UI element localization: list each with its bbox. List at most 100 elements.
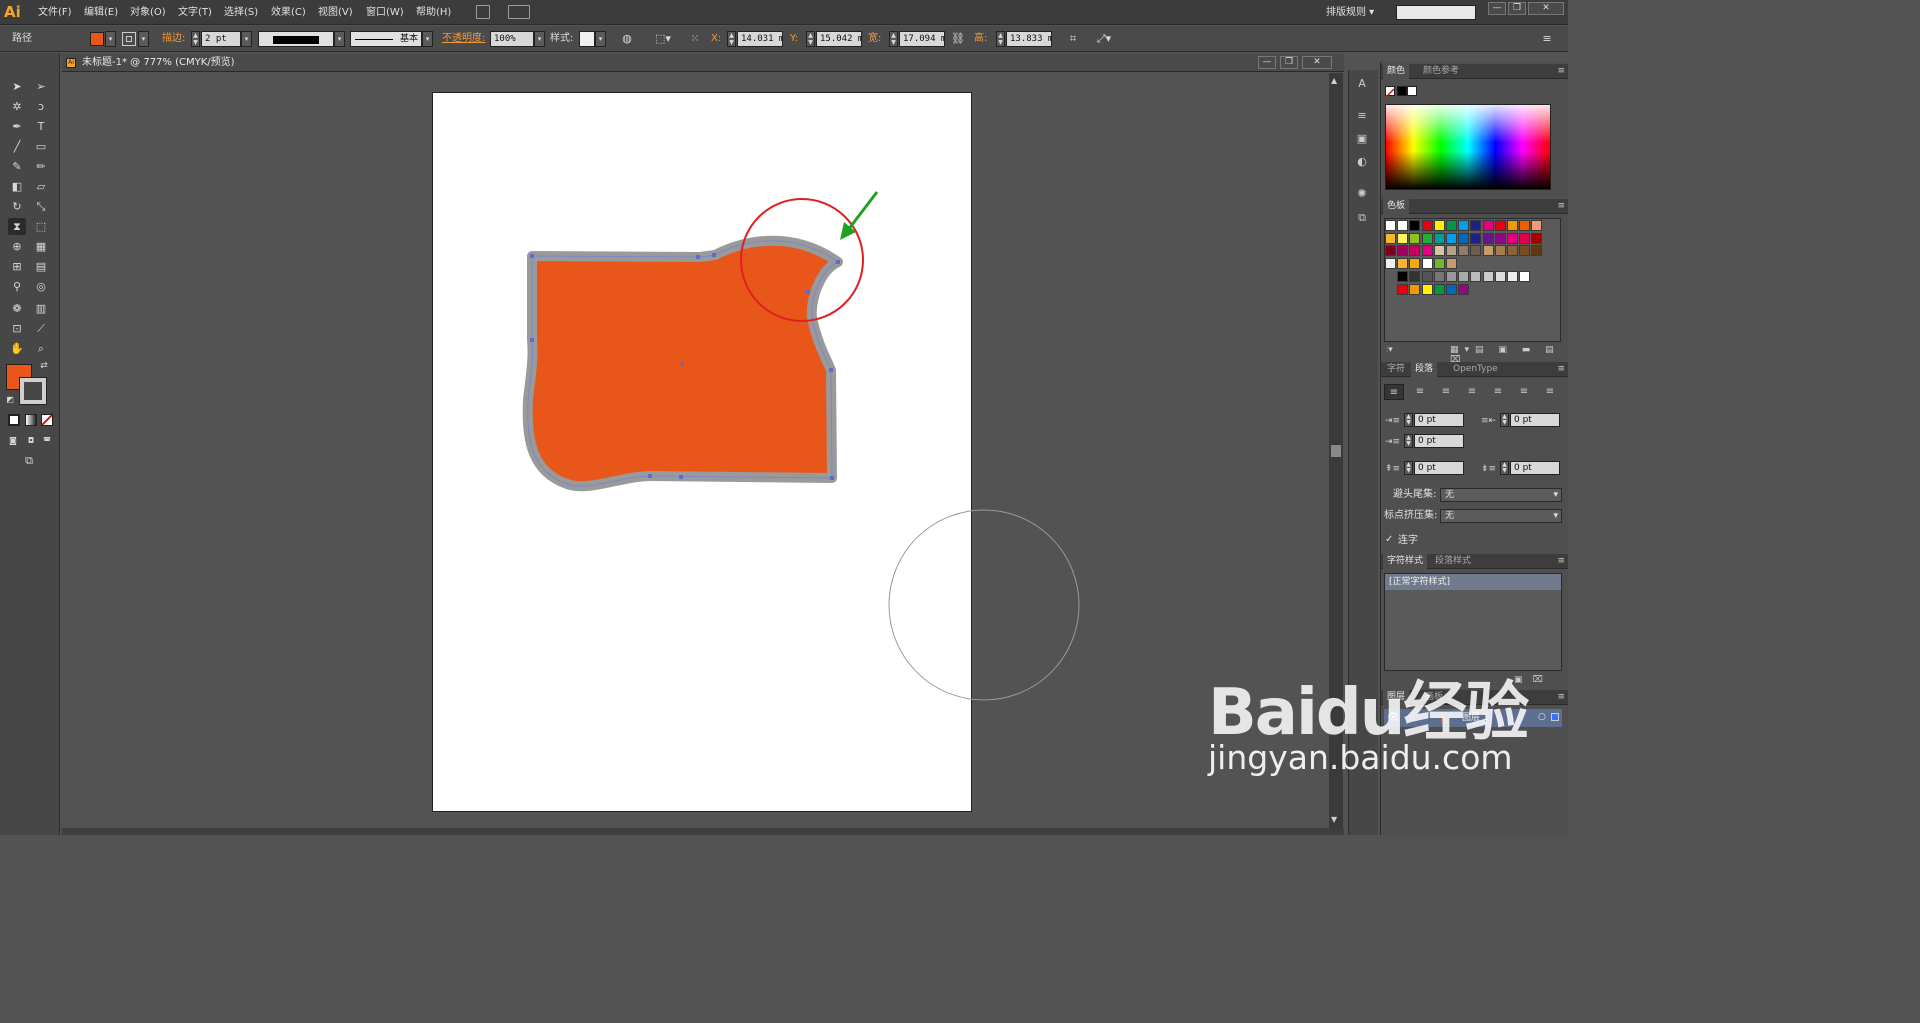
character-style-item[interactable]: [正常字符样式]	[1385, 574, 1561, 590]
swatch-cell[interactable]	[1507, 232, 1518, 244]
swatch-cell[interactable]	[1409, 270, 1421, 282]
scrollbar-thumb[interactable]	[1331, 445, 1341, 457]
swatch-cell[interactable]	[1433, 220, 1445, 231]
swatch-cell[interactable]	[1531, 220, 1543, 231]
swatches-panel-menu-icon[interactable]: ≡	[1557, 199, 1565, 214]
swatch-cell[interactable]	[1385, 258, 1396, 270]
swatch-cell[interactable]	[1433, 245, 1445, 257]
swatch-cell[interactable]	[1470, 270, 1482, 282]
swatch-cell[interactable]	[1470, 245, 1482, 257]
swatch-cell[interactable]	[1446, 283, 1457, 295]
tab-paragraph-styles[interactable]: 段落样式	[1431, 554, 1475, 569]
swatch-cell[interactable]	[1482, 232, 1494, 244]
align-center-icon[interactable]: ≡	[1410, 384, 1430, 400]
swatch-cell[interactable]	[1433, 283, 1445, 295]
swatch-cell[interactable]	[1397, 270, 1409, 282]
swatch-cell[interactable]	[1494, 245, 1506, 257]
type-panel-menu-icon[interactable]: ≡	[1557, 362, 1565, 377]
swatch-cell[interactable]	[1433, 258, 1445, 270]
tab-color-guide[interactable]: 颜色参考	[1419, 64, 1463, 79]
transparency-panel-icon[interactable]: ◐	[1354, 154, 1370, 170]
swatch-cell[interactable]	[1470, 220, 1482, 231]
swatch-cell[interactable]	[1397, 232, 1409, 244]
left-indent-stepper[interactable]: ▲ ▼	[1404, 413, 1413, 427]
swatch-cell[interactable]	[1519, 232, 1531, 244]
layer-target-icon[interactable]: ○	[1538, 712, 1546, 722]
white-swatch[interactable]	[1407, 86, 1417, 96]
justify-right-icon[interactable]: ≡	[1514, 384, 1534, 400]
swatch-cell[interactable]	[1421, 245, 1433, 257]
mojikumi-select[interactable]: 无 ▾	[1440, 509, 1562, 523]
swatch-cell[interactable]	[1482, 220, 1494, 231]
swatch-cell[interactable]	[1446, 232, 1457, 244]
tab-paragraph[interactable]: 段落	[1411, 362, 1438, 377]
swatch-cell[interactable]	[1433, 270, 1445, 282]
swatch-cell[interactable]	[1482, 245, 1494, 257]
swatch-cell[interactable]	[1421, 270, 1433, 282]
swatch-cell[interactable]	[1458, 220, 1470, 231]
tab-opentype[interactable]: OpenType	[1449, 362, 1502, 377]
stroke-panel-icon[interactable]: ≡	[1354, 108, 1370, 124]
layer-selection-indicator[interactable]	[1551, 713, 1559, 721]
right-indent-stepper[interactable]: ▲ ▼	[1500, 413, 1509, 427]
swatch-cell[interactable]	[1494, 220, 1506, 231]
swatch-cell[interactable]	[1421, 232, 1433, 244]
first-line-indent-input[interactable]: 0 pt	[1414, 434, 1464, 448]
color-panel-menu-icon[interactable]: ≡	[1557, 64, 1565, 79]
swatch-cell[interactable]	[1409, 283, 1421, 295]
swatch-cell[interactable]	[1458, 270, 1470, 282]
justify-left-icon[interactable]: ≡	[1462, 384, 1482, 400]
swatch-cell[interactable]	[1446, 220, 1457, 231]
swatch-cell[interactable]	[1531, 245, 1543, 257]
gradient-panel-icon[interactable]: ▣	[1354, 131, 1370, 147]
swatch-cell[interactable]	[1519, 270, 1531, 282]
swatch-cell[interactable]	[1458, 232, 1470, 244]
swatch-cell[interactable]	[1507, 270, 1518, 282]
scroll-down-icon[interactable]: ▼	[1331, 815, 1337, 824]
none-swatch-icon[interactable]	[1385, 86, 1395, 98]
black-swatch[interactable]	[1397, 86, 1407, 96]
char-styles-menu-icon[interactable]: ≡	[1557, 554, 1565, 569]
swatch-cell[interactable]	[1397, 258, 1409, 270]
swatch-cell[interactable]	[1421, 283, 1433, 295]
swatch-cell[interactable]	[1433, 232, 1445, 244]
align-right-icon[interactable]: ≡	[1436, 384, 1456, 400]
tab-color[interactable]: 颜色	[1383, 64, 1410, 79]
swatch-cell[interactable]	[1458, 283, 1470, 295]
swatch-libraries-icon[interactable]: ⫶▾	[1386, 345, 1393, 355]
align-left-icon[interactable]: ≡	[1384, 384, 1404, 400]
swatch-cell[interactable]	[1494, 270, 1506, 282]
kinsoku-select[interactable]: 无 ▾	[1440, 488, 1562, 502]
swatch-cell[interactable]	[1494, 232, 1506, 244]
layers-panel-menu-icon[interactable]: ≡	[1557, 690, 1565, 705]
swatch-cell[interactable]	[1531, 232, 1543, 244]
hyphenate-checkbox[interactable]: ✓	[1385, 533, 1393, 547]
tab-swatches[interactable]: 色板	[1383, 199, 1410, 214]
space-before-input[interactable]: 0 pt	[1414, 461, 1464, 475]
color-spectrum[interactable]	[1385, 104, 1551, 190]
swatch-cell[interactable]	[1482, 270, 1494, 282]
swatch-cell[interactable]	[1409, 220, 1421, 231]
tab-character[interactable]: 字符	[1383, 362, 1409, 377]
swatch-cell[interactable]	[1397, 220, 1409, 231]
space-after-input[interactable]: 0 pt	[1510, 461, 1560, 475]
swatch-cell[interactable]	[1385, 245, 1396, 257]
swatch-cell[interactable]	[1470, 232, 1482, 244]
swatch-cell[interactable]	[1385, 220, 1396, 231]
first-line-indent-stepper[interactable]: ▲ ▼	[1404, 434, 1413, 448]
tab-character-styles[interactable]: 字符样式	[1383, 554, 1428, 569]
swatch-cell[interactable]	[1397, 283, 1409, 295]
swatch-cell[interactable]	[1446, 258, 1457, 270]
scroll-up-icon[interactable]: ▲	[1331, 76, 1337, 85]
swatch-cell[interactable]	[1507, 245, 1518, 257]
space-before-stepper[interactable]: ▲ ▼	[1404, 461, 1413, 475]
swatch-cell[interactable]	[1519, 245, 1531, 257]
graphic-styles-panel-icon[interactable]: ⧉	[1354, 210, 1370, 226]
swatch-cell[interactable]	[1385, 232, 1396, 244]
swatch-cell[interactable]	[1519, 220, 1531, 231]
swatch-cell[interactable]	[1507, 220, 1518, 231]
justify-center-icon[interactable]: ≡	[1488, 384, 1508, 400]
swatch-cell[interactable]	[1421, 258, 1433, 270]
swatch-cell[interactable]	[1409, 245, 1421, 257]
swatch-cell[interactable]	[1446, 270, 1457, 282]
